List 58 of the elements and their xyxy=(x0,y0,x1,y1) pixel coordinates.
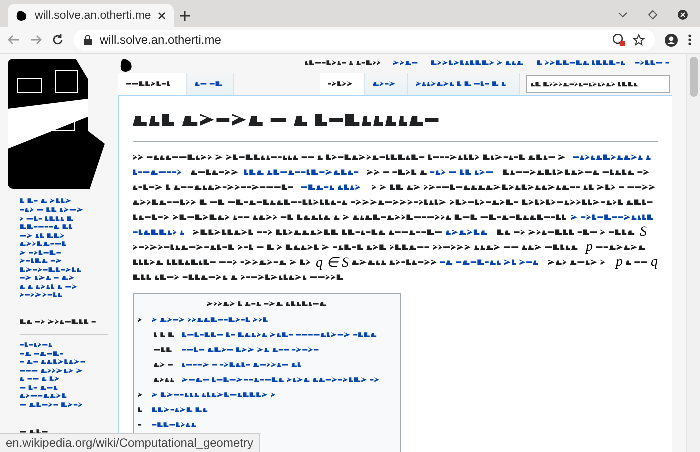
sidebar-link-drawing[interactable] xyxy=(20,341,55,349)
cipher-text-drawing xyxy=(596,243,646,252)
new-tab-icon[interactable] xyxy=(180,11,190,21)
star-icon[interactable] xyxy=(633,34,645,46)
math-symbol: p xyxy=(586,240,593,256)
forward-icon[interactable] xyxy=(30,34,42,46)
page-tab[interactable] xyxy=(408,73,520,95)
page-tab[interactable] xyxy=(320,73,365,95)
status-bar: en.wikipedia.org/wiki/Computational_geometry xyxy=(0,433,260,452)
section-link-drawing[interactable] xyxy=(182,376,382,384)
reload-icon[interactable] xyxy=(52,34,64,46)
user-link-drawing[interactable] xyxy=(537,59,627,67)
chevron-down-icon[interactable] xyxy=(618,12,628,18)
account-icon[interactable] xyxy=(665,34,678,46)
blob-icon xyxy=(120,59,133,73)
back-icon[interactable] xyxy=(8,34,20,46)
sidebar-link-drawing[interactable] xyxy=(20,223,75,231)
close-icon[interactable] xyxy=(678,10,688,20)
diamond-icon[interactable] xyxy=(648,10,658,20)
page-tab[interactable] xyxy=(187,73,234,95)
scrollbar[interactable] xyxy=(686,54,700,452)
blob-icon xyxy=(16,10,28,22)
sidebar-link-drawing[interactable] xyxy=(20,401,85,409)
math-symbol: q ∈ S xyxy=(316,254,349,272)
user-link-drawing[interactable] xyxy=(635,59,672,67)
address-text: will.solve.an.otherti.me xyxy=(100,33,222,47)
cipher-text-drawing xyxy=(367,168,427,177)
page-tab[interactable] xyxy=(118,73,187,95)
link-drawing[interactable] xyxy=(571,213,656,222)
section-link-drawing[interactable] xyxy=(152,390,277,398)
section-link-drawing[interactable] xyxy=(152,420,197,428)
tab-title: will.solve.an.otherti.me xyxy=(35,10,152,22)
sidebar-link-drawing[interactable] xyxy=(20,206,85,214)
math-symbol: S xyxy=(640,224,647,240)
logo-drawing[interactable] xyxy=(8,59,105,189)
close-icon[interactable] xyxy=(158,12,166,20)
lock-icon xyxy=(84,35,92,45)
cipher-text-drawing xyxy=(191,168,241,177)
math-symbol: q xyxy=(651,254,658,270)
address-bar[interactable]: will.solve.an.otherti.me xyxy=(74,30,655,50)
sidebar-link-drawing[interactable] xyxy=(20,291,65,299)
section-number-drawing xyxy=(154,360,176,368)
search-field[interactable] xyxy=(526,75,670,93)
sidebar-link-drawing[interactable] xyxy=(20,384,60,392)
page-tab[interactable] xyxy=(365,73,408,95)
menu-icon[interactable] xyxy=(688,34,692,46)
section-number-drawing xyxy=(154,330,176,338)
sidebar-link-drawing[interactable] xyxy=(20,367,85,375)
sidebar-link-drawing[interactable] xyxy=(20,350,65,358)
math-symbol: p xyxy=(616,254,623,270)
cipher-text-drawing xyxy=(626,258,648,267)
browser-tab[interactable]: will.solve.an.otherti.me xyxy=(8,4,174,27)
sidebar-heading-drawing xyxy=(20,428,50,436)
section-link-drawing[interactable] xyxy=(182,360,302,368)
section-number-drawing xyxy=(154,376,176,384)
sidebar-link-drawing[interactable] xyxy=(20,283,80,291)
blocked-cookie-icon[interactable] xyxy=(613,34,625,46)
tab-label-drawing[interactable] xyxy=(195,80,225,88)
